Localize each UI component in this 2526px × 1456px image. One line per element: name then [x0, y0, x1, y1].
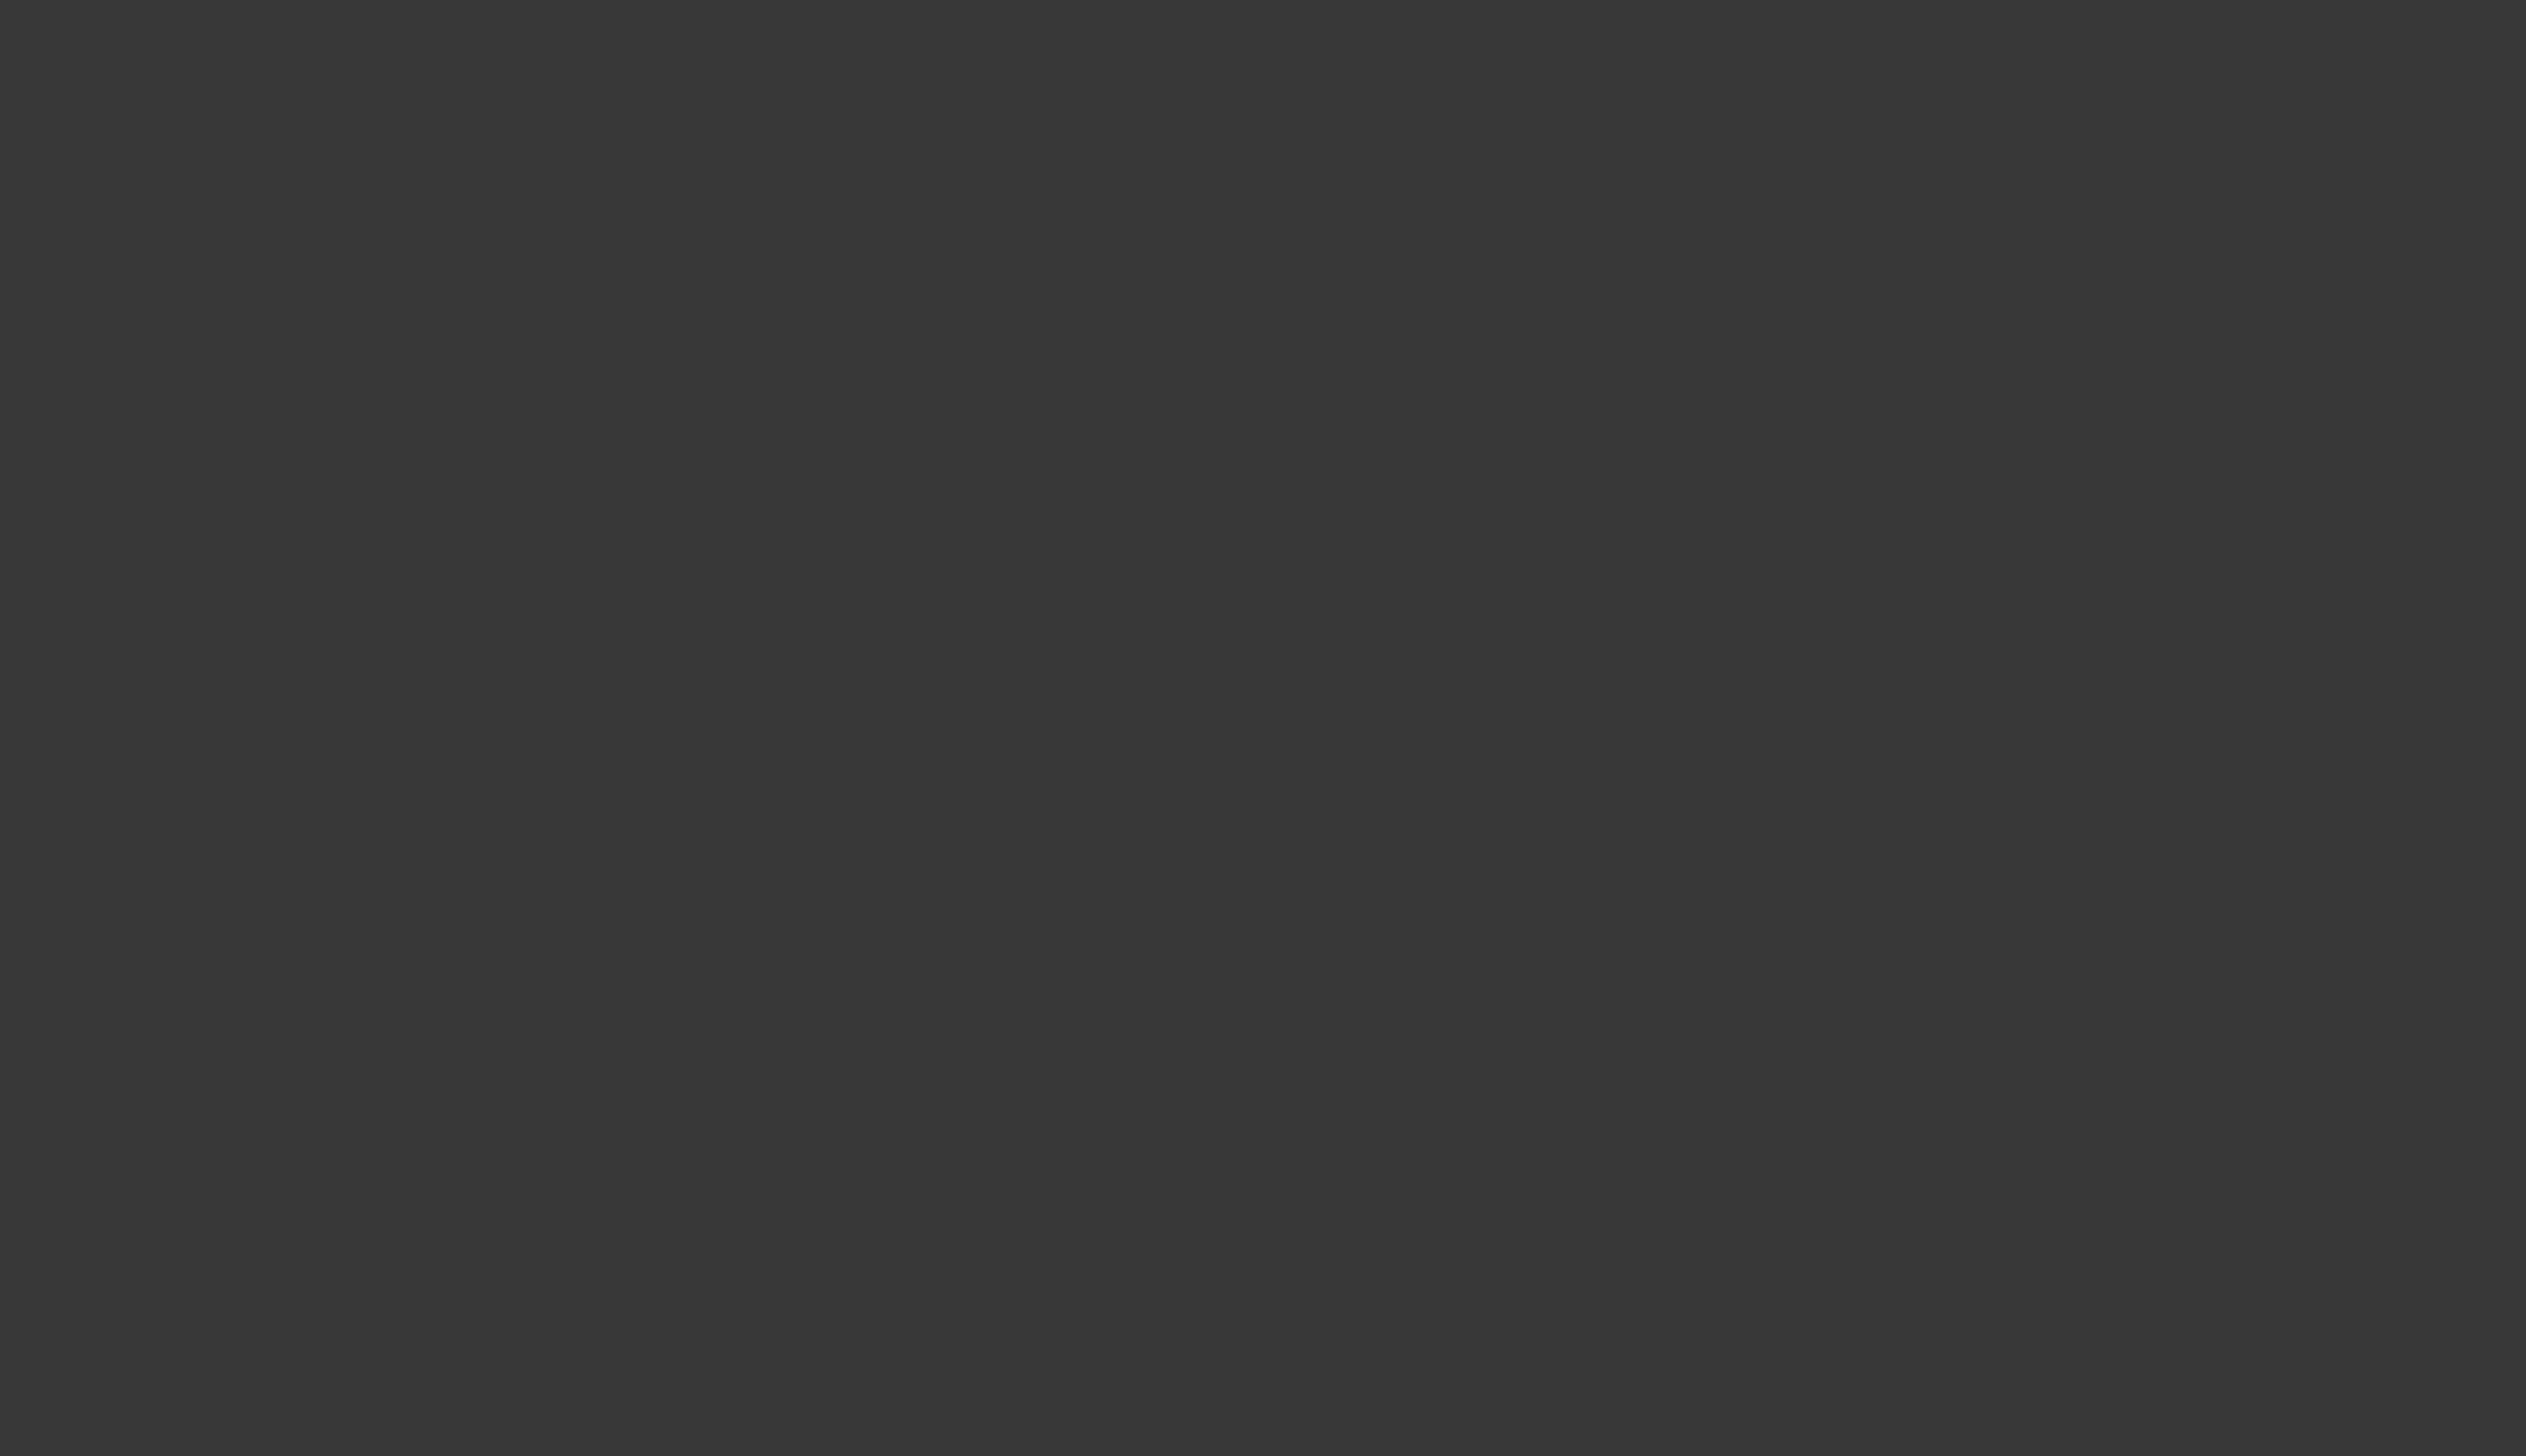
houdini-window [0, 0, 2526, 1456]
